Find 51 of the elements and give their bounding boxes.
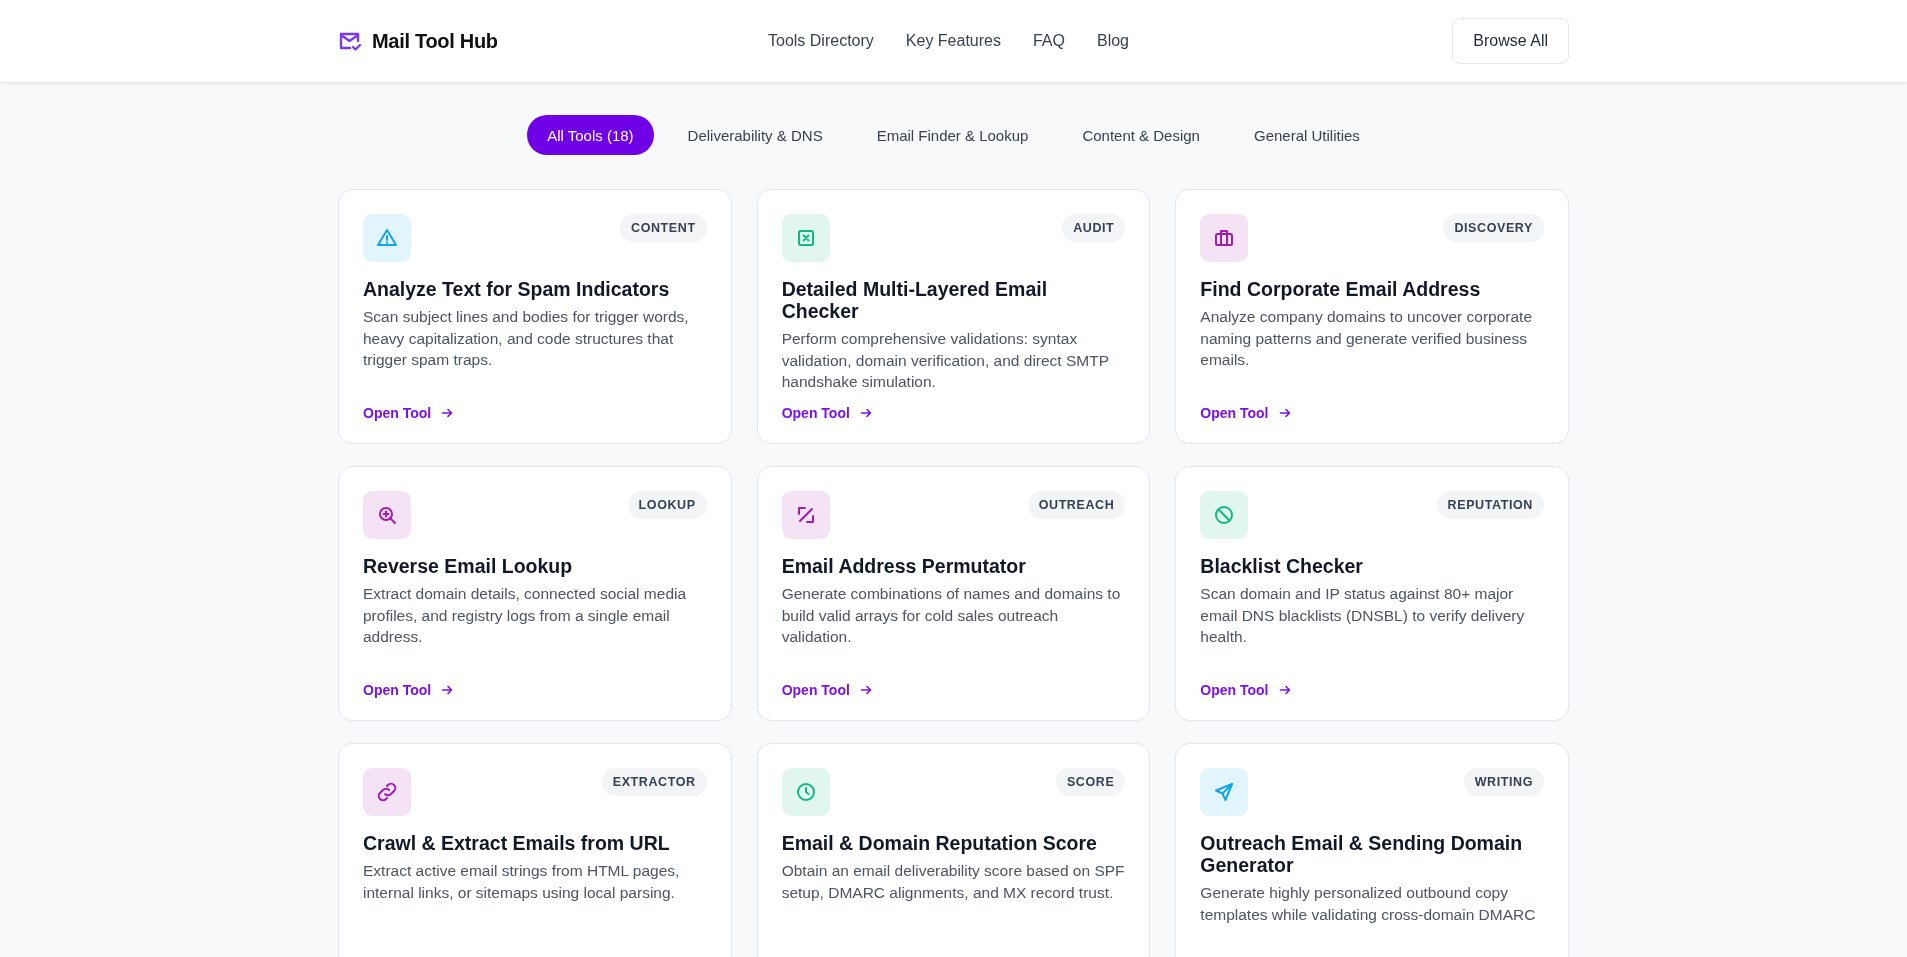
arrow-right-icon [859,407,872,419]
open-tool-link[interactable]: Open Tool [363,405,454,421]
category-tag: SCORE [1055,768,1126,796]
card-title: Detailed Multi-Layered Email Checker [781,278,1049,322]
category-tag: EXTRACTOR [601,768,707,796]
card-title: Blacklist Checker [1200,555,1364,577]
browse-all-button[interactable]: Browse All [1452,18,1569,64]
category-tag: AUDIT [1062,214,1126,242]
card-description: Scan subject lines and bodies for trigger words, heavy capitalization, and code structures that trigger spam traps. [363,307,690,370]
open-tool-link[interactable]: Open Tool [1200,405,1291,421]
card-description: Generate highly personalized outbound copy templates while validating cross-domain DMARC [1200,883,1537,925]
card-title: Find Corporate Email Address [1200,278,1482,300]
card-title: Analyze Text for Spam Indicators [363,278,671,300]
category-tag: LOOKUP [627,491,707,519]
card-description: Scan domain and IP status against 80+ major email DNS blacklists (DNSBL) to verify delivery health. [1200,584,1526,647]
card-description: Perform comprehensive validations: syntax validation, domain verification, and direct SMTP handshake simulation. [781,329,1110,392]
card-title: Crawl & Extract Emails from URL [363,832,671,854]
card-title: Email & Domain Reputation Score [781,832,1098,854]
arrow-right-icon [1278,407,1291,419]
card-title: Outreach Email & Sending Domain Generator [1200,832,1524,876]
card-description: Obtain an email deliverability score based on SPF setup, DMARC alignments, and MX record trust. [781,861,1126,903]
filter-tab[interactable]: Email Finder & Lookup [856,115,1049,155]
arrow-right-icon [1278,684,1291,696]
category-tag: REPUTATION [1436,491,1544,519]
category-tag: CONTENT [620,214,707,242]
category-tag: DISCOVERY [1443,214,1544,242]
category-tag: WRITING [1463,768,1544,796]
card-description: Extract active email strings from HTML pages, internal links, or sitemaps using local parsing. [363,861,681,903]
card-description: Extract domain details, connected social media profiles, and registry logs from a single email address. [363,584,688,647]
card-title: Reverse Email Lookup [363,555,574,577]
nav-link[interactable]: Blog [1097,32,1129,50]
filter-tab[interactable]: General Utilities [1233,115,1380,155]
open-tool-link[interactable]: Open Tool [363,682,454,698]
card-description: Generate combinations of names and domains to build valid arrays for cold sales outreach validation. [781,584,1122,647]
filter-tab[interactable]: Deliverability & DNS [667,115,843,155]
arrow-right-icon [441,407,454,419]
arrow-right-icon [859,684,872,696]
nav-link[interactable]: Key Features [905,32,1001,50]
category-tag: OUTREACH [1027,491,1126,519]
open-tool-link[interactable]: Open Tool [781,682,872,698]
logo-text[interactable]: Mail Tool Hub [372,29,498,53]
filter-tab[interactable]: Content & Design [1062,115,1220,155]
card-title: Email Address Permutator [781,555,1027,577]
nav-link[interactable]: FAQ [1032,32,1065,50]
nav-link[interactable]: Tools Directory [768,32,874,50]
card-description: Analyze company domains to uncover corporate naming patterns and generate verified business emails. [1200,307,1534,370]
open-tool-link[interactable]: Open Tool [781,405,872,421]
arrow-right-icon [441,684,454,696]
filter-tab[interactable]: All Tools (18) [527,115,654,155]
envelope-check-icon [338,30,362,52]
open-tool-link[interactable]: Open Tool [1200,682,1291,698]
